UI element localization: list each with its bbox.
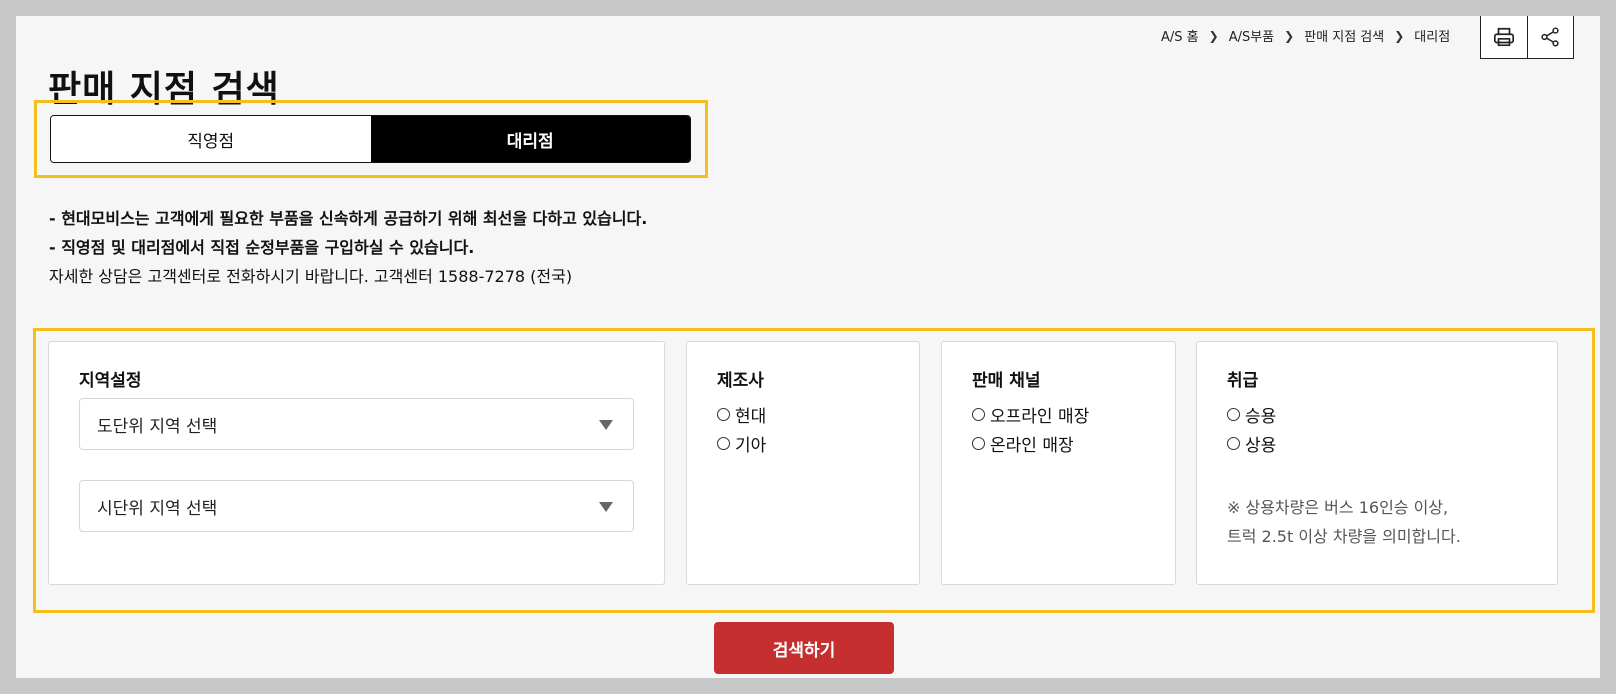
radio-commercial[interactable]: 상용 — [1227, 429, 1276, 458]
radio-hyundai[interactable]: 현대 — [717, 400, 766, 429]
printer-icon — [1493, 27, 1514, 47]
handling-options: 승용 상용 — [1227, 400, 1276, 458]
chevron-right-icon: ❯ — [1394, 28, 1405, 43]
note-line-1: - 현대모비스는 고객에게 필요한 부품을 신속하게 공급하기 위해 최선을 다… — [49, 209, 648, 228]
radio-circle-icon[interactable] — [1227, 408, 1240, 421]
radio-circle-icon[interactable] — [717, 408, 730, 421]
channel-card: 판매 채널 오프라인 매장 온라인 매장 — [941, 341, 1176, 585]
commercial-vehicle-note: ※ 상용차량은 버스 16인승 이상, 트럭 2.5t 이상 차량을 의미합니다… — [1227, 493, 1461, 551]
chevron-right-icon: ❯ — [1284, 28, 1295, 43]
radio-passenger[interactable]: 승용 — [1227, 400, 1276, 429]
radio-circle-icon[interactable] — [1227, 437, 1240, 450]
tab-direct-store[interactable]: 직영점 — [51, 116, 371, 162]
province-select[interactable]: 도단위 지역 선택 — [79, 398, 634, 450]
note-line-2: - 직영점 및 대리점에서 직접 순정부품을 구입하실 수 있습니다. — [49, 238, 475, 257]
handling-card: 취급 승용 상용 ※ 상용차량은 버스 16인승 이상, 트럭 2.5t 이상 … — [1196, 341, 1558, 585]
search-button[interactable]: 검색하기 — [714, 622, 894, 674]
region-title: 지역설정 — [79, 371, 142, 391]
channel-title: 판매 채널 — [972, 371, 1041, 391]
radio-label: 현대 — [735, 407, 767, 427]
region-card: 지역설정 도단위 지역 선택 시단위 지역 선택 — [48, 341, 665, 585]
handling-title: 취급 — [1227, 371, 1259, 391]
city-select-value: 시단위 지역 선택 — [97, 498, 218, 519]
radio-online-store[interactable]: 온라인 매장 — [972, 429, 1089, 458]
page-tools — [1480, 16, 1574, 59]
radio-circle-icon[interactable] — [972, 437, 985, 450]
manufacturer-card: 제조사 현대 기아 — [686, 341, 920, 585]
note-line-3: 자세한 상담은 고객센터로 전화하시기 바랍니다. 고객센터 1588-7278… — [49, 267, 573, 286]
breadcrumb-item-as-parts[interactable]: A/S부품 — [1229, 26, 1274, 45]
channel-options: 오프라인 매장 온라인 매장 — [972, 400, 1089, 458]
dropdown-arrow-icon — [599, 502, 613, 512]
radio-label: 승용 — [1245, 407, 1277, 427]
breadcrumb-item-store-search[interactable]: 판매 지점 검색 — [1304, 26, 1384, 45]
radio-label: 온라인 매장 — [990, 436, 1074, 456]
share-button[interactable] — [1526, 16, 1574, 58]
info-notes: - 현대모비스는 고객에게 필요한 부품을 신속하게 공급하기 위해 최선을 다… — [49, 204, 647, 291]
note-line: 트럭 2.5t 이상 차량을 의미합니다. — [1227, 527, 1461, 546]
breadcrumb-item-as-home[interactable]: A/S 홈 — [1161, 26, 1199, 45]
city-select[interactable]: 시단위 지역 선택 — [79, 480, 634, 532]
manufacturer-title: 제조사 — [717, 371, 764, 391]
print-button[interactable] — [1481, 16, 1527, 58]
radio-circle-icon[interactable] — [717, 437, 730, 450]
breadcrumb-item-current: 대리점 — [1414, 30, 1451, 45]
radio-label: 기아 — [735, 436, 767, 456]
store-type-tabs: 직영점 대리점 — [50, 115, 691, 163]
breadcrumb: A/S 홈 ❯ A/S부품 ❯ 판매 지점 검색 ❯ 대리점 — [1161, 26, 1451, 46]
dropdown-arrow-icon — [599, 420, 613, 430]
chevron-right-icon: ❯ — [1208, 28, 1219, 43]
share-icon — [1541, 27, 1559, 47]
radio-kia[interactable]: 기아 — [717, 429, 766, 458]
radio-label: 오프라인 매장 — [990, 407, 1090, 427]
radio-circle-icon[interactable] — [972, 408, 985, 421]
tab-highlight-frame: 직영점 대리점 — [34, 100, 708, 178]
tab-agency-store[interactable]: 대리점 — [370, 116, 690, 162]
radio-label: 상용 — [1245, 436, 1277, 456]
radio-offline-store[interactable]: 오프라인 매장 — [972, 400, 1089, 429]
manufacturer-options: 현대 기아 — [717, 400, 766, 458]
note-line: ※ 상용차량은 버스 16인승 이상, — [1227, 498, 1449, 517]
province-select-value: 도단위 지역 선택 — [97, 416, 218, 437]
page: A/S 홈 ❯ A/S부품 ❯ 판매 지점 검색 ❯ 대리점 판매 지점 검색 … — [16, 16, 1600, 678]
